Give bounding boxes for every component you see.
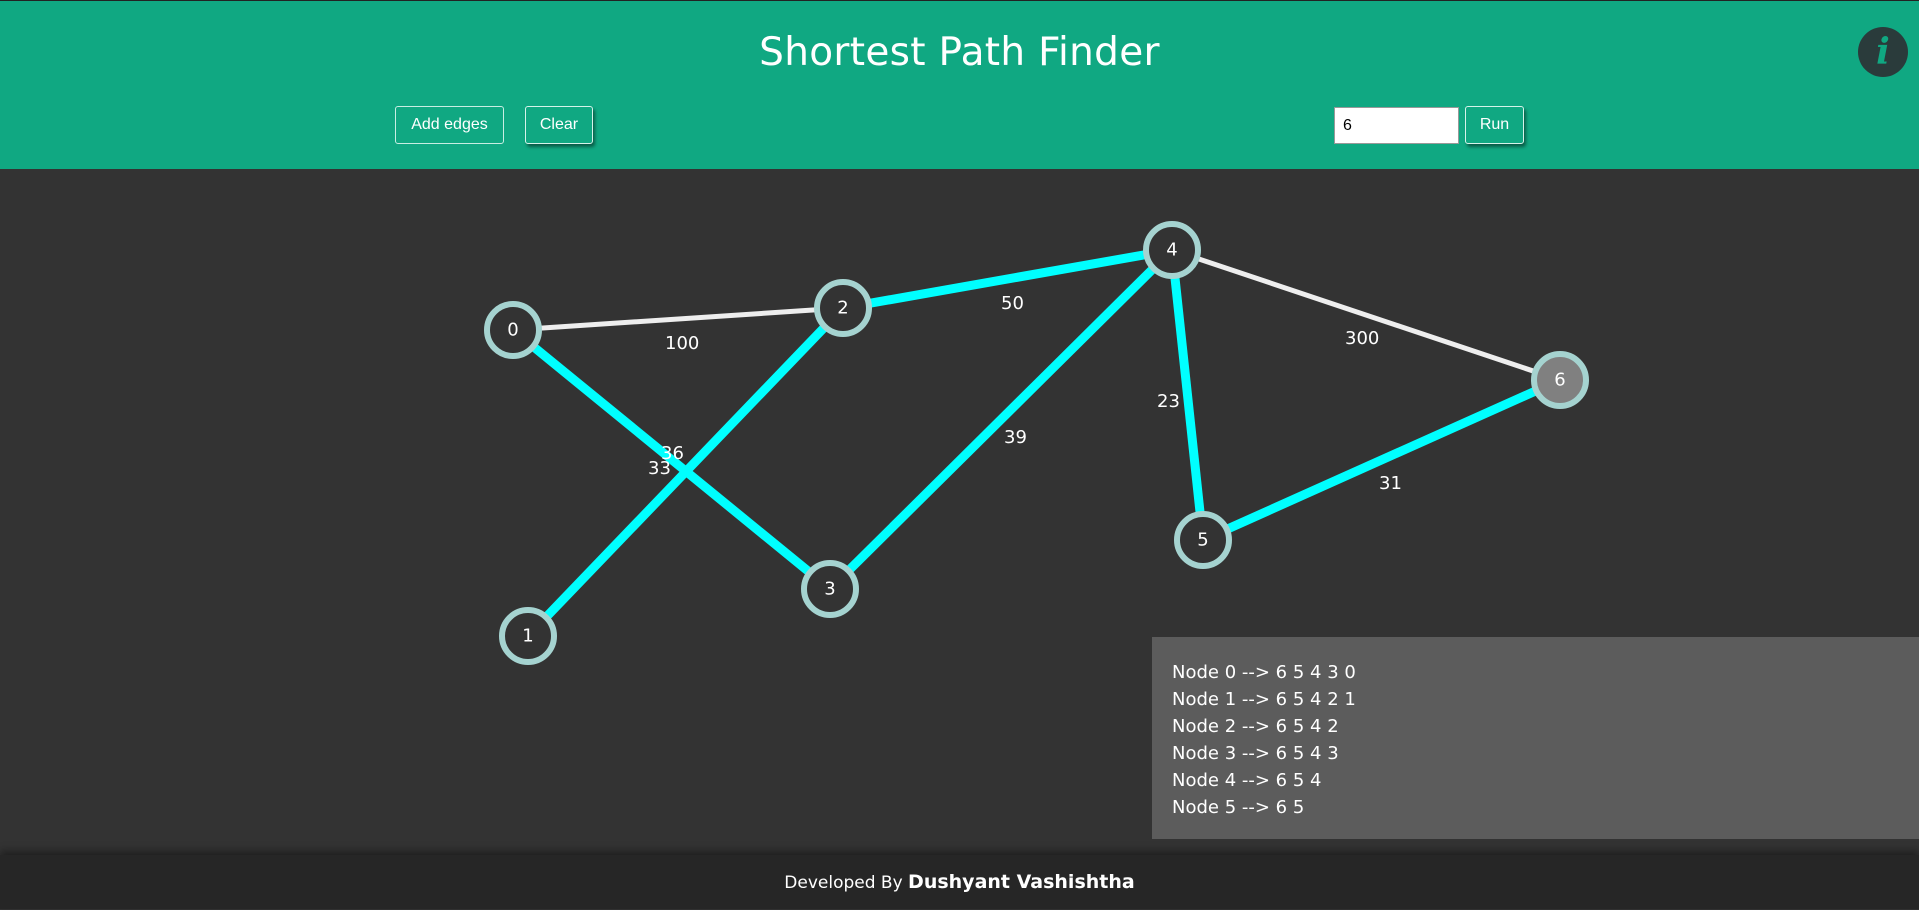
node-label: 3 [824, 579, 835, 600]
graph-canvas[interactable]: 100 36 33 50 39 23 300 31 0123456 Node 0 --> 6 … [0, 169, 1919, 855]
footer-prefix: Developed By [784, 873, 909, 893]
graph-node-5[interactable]: 5 [1174, 511, 1232, 569]
edge-weight-3-4: 39 [1004, 427, 1027, 448]
result-line: Node 0 --> 6 5 4 3 0 [1172, 662, 1356, 683]
edge-weight-4-6: 300 [1345, 328, 1379, 349]
graph-node-4[interactable]: 4 [1143, 221, 1201, 279]
node-label: 2 [837, 298, 848, 319]
page-title: Shortest Path Finder [759, 30, 1160, 75]
edge-1-2 [524, 304, 847, 640]
graph-node-6[interactable]: 6 [1531, 351, 1589, 409]
graph-node-2[interactable]: 2 [814, 279, 872, 337]
edge-4-6 [1171, 247, 1561, 383]
edge-weight-5-6: 31 [1379, 473, 1402, 494]
result-line: Node 1 --> 6 5 4 2 1 [1172, 689, 1356, 710]
clear-button[interactable]: Clear [525, 106, 593, 144]
node-label: 6 [1554, 370, 1565, 391]
node-label: 4 [1166, 240, 1177, 261]
edge-0-2 [512, 305, 844, 333]
info-icon[interactable]: i [1858, 27, 1908, 77]
run-button[interactable]: Run [1465, 106, 1524, 144]
result-line: Node 4 --> 6 5 4 [1172, 770, 1322, 791]
app-header: Shortest Path Finder i Add edges Clear R… [0, 0, 1919, 169]
footer-author: Dushyant Vashishtha [908, 871, 1135, 893]
result-line: Node 2 --> 6 5 4 2 [1172, 716, 1339, 737]
edge-5-6 [1201, 375, 1562, 545]
node-label: 5 [1197, 530, 1208, 551]
edge-weight-0-2: 100 [665, 333, 699, 354]
start-node-input[interactable] [1334, 107, 1459, 144]
edge-weight-1-2: 33 [648, 458, 671, 479]
graph-node-0[interactable]: 0 [484, 301, 542, 359]
result-panel: Node 0 --> 6 5 4 3 0 Node 1 --> 6 5 4 2 1… [1152, 637, 1919, 839]
graph-node-3[interactable]: 3 [801, 560, 859, 618]
footer: Developed By Dushyant Vashishtha [0, 855, 1919, 909]
edge-weight-2-4: 50 [1001, 293, 1024, 314]
result-line: Node 5 --> 6 5 [1172, 797, 1305, 818]
result-line: Node 3 --> 6 5 4 3 [1172, 743, 1339, 764]
graph-node-1[interactable]: 1 [499, 607, 557, 665]
node-label: 1 [522, 626, 533, 647]
node-label: 0 [507, 320, 518, 341]
add-edges-button[interactable]: Add edges [395, 106, 504, 144]
edge-weight-4-5: 23 [1157, 391, 1180, 412]
